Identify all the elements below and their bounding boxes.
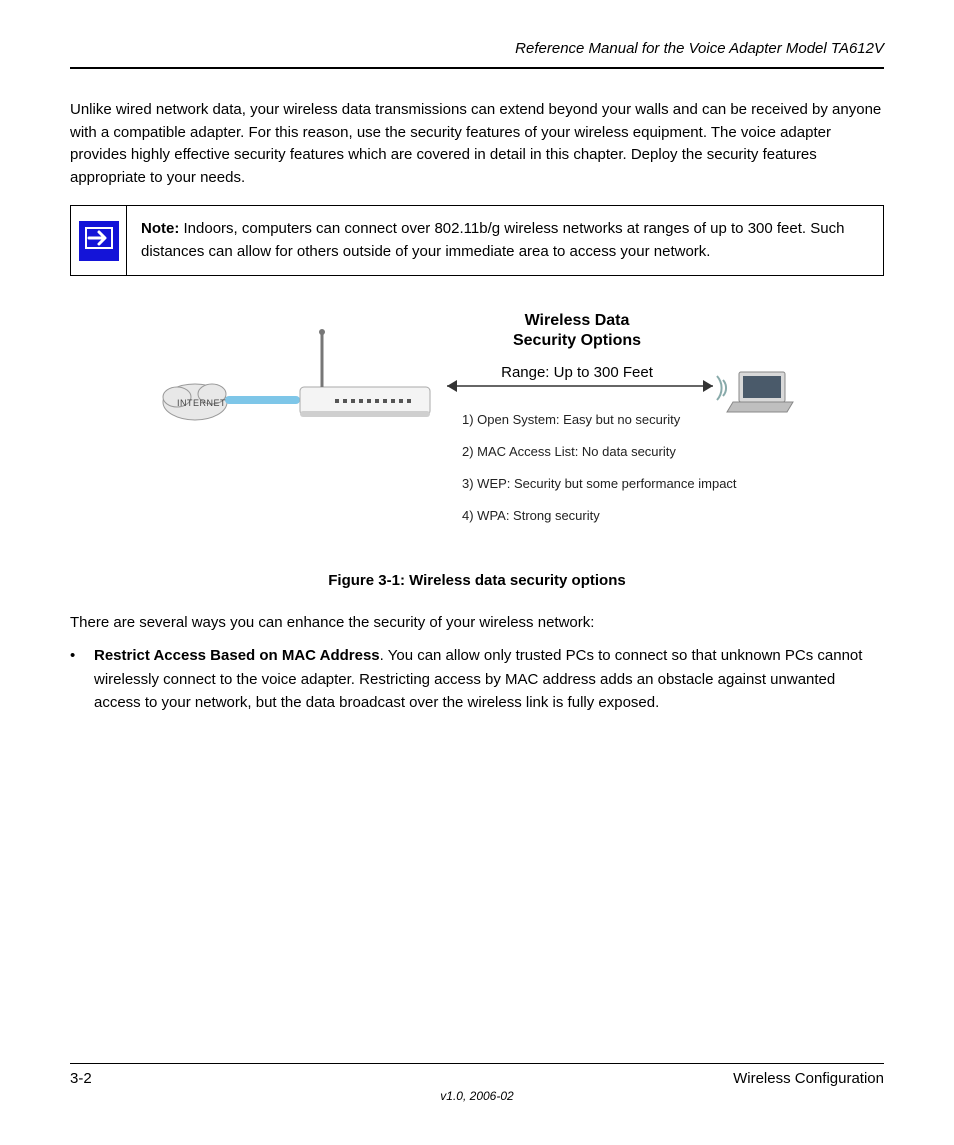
figure-range: Range: Up to 300 Feet bbox=[467, 364, 687, 381]
section-lead: There are several ways you can enhance t… bbox=[70, 611, 884, 634]
bullet-bold: Restrict Access Based on MAC Address bbox=[94, 647, 380, 664]
figure-option-1: 1) Open System: Easy but no security bbox=[462, 412, 680, 427]
note-body: Indoors, computers can connect over 802.… bbox=[141, 220, 844, 260]
arrow-right-icon bbox=[85, 225, 113, 256]
doc-version: v1.0, 2006-02 bbox=[70, 1089, 884, 1103]
footer-rule bbox=[70, 1063, 884, 1064]
figure-title-2: Security Options bbox=[467, 332, 687, 350]
section-name: Wireless Configuration bbox=[733, 1070, 884, 1087]
doc-title: Reference Manual for the Voice Adapter M… bbox=[70, 40, 884, 57]
top-rule bbox=[70, 67, 884, 69]
bullet-marker: • bbox=[70, 644, 94, 667]
note-arrow-icon bbox=[79, 221, 119, 261]
note-label: Note: bbox=[141, 220, 179, 237]
figure-caption: Figure 3-1: Wireless data security optio… bbox=[70, 572, 884, 589]
figure-title-1: Wireless Data bbox=[467, 312, 687, 330]
figure-option-4: 4) WPA: Strong security bbox=[462, 508, 600, 523]
note-text: Note: Indoors, computers can connect ove… bbox=[127, 206, 884, 276]
figure-option-2: 2) MAC Access List: No data security bbox=[462, 444, 676, 459]
note-box: Note: Indoors, computers can connect ove… bbox=[70, 205, 884, 276]
page-number: 3-2 bbox=[70, 1070, 92, 1087]
internet-label: INTERNET bbox=[177, 398, 226, 408]
figure-option-3: 3) WEP: Security but some performance im… bbox=[462, 476, 737, 491]
bullet-text: Restrict Access Based on MAC Address. Yo… bbox=[94, 644, 884, 714]
intro-paragraph: Unlike wired network data, your wireless… bbox=[70, 99, 884, 189]
figure: INTERNET Wireless Data Security Options … bbox=[157, 302, 797, 562]
page-footer: 3-2 Wireless Configuration v1.0, 2006-02 bbox=[70, 1063, 884, 1103]
bullet-item: • Restrict Access Based on MAC Address. … bbox=[70, 644, 884, 714]
